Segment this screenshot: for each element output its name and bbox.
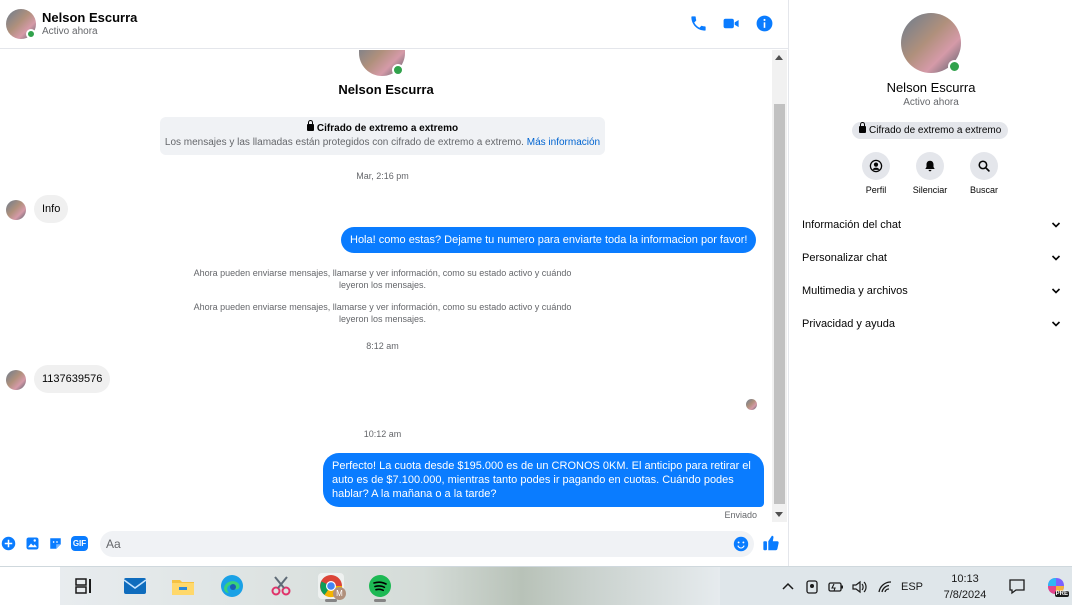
search-button[interactable]: Buscar — [959, 152, 1009, 195]
contact-status: Activo ahora — [42, 26, 98, 38]
contact-mini-avatar[interactable] — [6, 200, 26, 220]
clock-date: 7/8/2024 — [943, 589, 987, 601]
scroll-down-arrow[interactable] — [775, 512, 783, 517]
chevron-down-icon — [1051, 287, 1061, 294]
scroll-thumb[interactable] — [774, 104, 785, 504]
file-explorer-icon[interactable] — [170, 573, 196, 599]
profile-button[interactable]: Perfil — [851, 152, 901, 195]
message-outgoing[interactable]: Perfecto! La cuota desde $195.000 es de … — [323, 453, 764, 507]
copilot-icon[interactable]: PRE — [1045, 575, 1069, 597]
system-message: Ahora pueden enviarse mensajes, llamarse… — [193, 268, 572, 290]
taskbar: M ESP 10:13 7/8/2024 PRE — [0, 566, 1072, 605]
more-info-link[interactable]: Más información — [527, 137, 600, 148]
search-label: Buscar — [969, 185, 998, 195]
message-outgoing[interactable]: Hola! como estas? Dejame tu numero para … — [341, 227, 757, 253]
seen-indicator-avatar — [746, 399, 757, 410]
message-incoming[interactable]: 1137639576 — [34, 365, 111, 393]
chevron-down-icon — [1051, 254, 1061, 261]
message-incoming[interactable]: Info — [34, 195, 69, 223]
thread-contact-avatar[interactable] — [359, 50, 405, 76]
contact-info[interactable]: Nelson Escurra Activo ahora — [42, 9, 138, 38]
online-indicator — [26, 29, 36, 39]
chrome-icon[interactable]: M — [318, 573, 346, 602]
timestamp: 10:12 am — [363, 429, 402, 439]
contact-avatar[interactable] — [6, 9, 36, 39]
profile-icon — [869, 159, 883, 173]
running-app-indicator — [374, 599, 386, 602]
panel-menu: Información del chat Personalizar chat M… — [789, 208, 1072, 340]
lock-icon — [859, 122, 866, 133]
chevron-down-icon — [1051, 221, 1061, 228]
volume-icon[interactable] — [851, 579, 869, 595]
timestamp: 8:12 am — [366, 341, 399, 351]
clock-time: 10:13 — [951, 573, 979, 585]
panel-contact-status: Activo ahora — [903, 97, 959, 108]
active-app-indicator — [325, 599, 337, 602]
thread-contact-name: Nelson Escurra — [338, 82, 434, 97]
preview-badge: PRE — [1054, 591, 1069, 597]
phone-icon[interactable] — [689, 14, 708, 33]
menu-chat-info[interactable]: Información del chat — [789, 208, 1072, 241]
mute-button[interactable]: Silenciar — [905, 152, 955, 195]
panel-contact-avatar[interactable] — [901, 13, 961, 73]
menu-customize-chat[interactable]: Personalizar chat — [789, 241, 1072, 274]
e2e-notice: Cifrado de extremo a extremo Los mensaje… — [160, 117, 605, 155]
snipping-tool-icon[interactable] — [268, 573, 294, 599]
chevron-down-icon — [1051, 320, 1061, 327]
system-tray: ESP — [780, 567, 923, 605]
contact-name: Nelson Escurra — [42, 9, 138, 25]
delivery-status: Enviado — [724, 510, 757, 520]
bell-icon — [925, 160, 935, 172]
task-view-icon[interactable] — [71, 573, 97, 599]
panel-contact-name: Nelson Escurra — [886, 80, 976, 95]
online-indicator — [948, 60, 961, 73]
message-input[interactable] — [100, 531, 754, 557]
chevron-up-icon[interactable] — [780, 579, 796, 595]
video-camera-icon[interactable] — [722, 14, 741, 33]
profile-label: Perfil — [865, 185, 887, 195]
gif-icon[interactable]: GIF — [71, 536, 88, 551]
notification-icon[interactable] — [1008, 577, 1026, 595]
edge-icon[interactable] — [219, 573, 245, 599]
clock[interactable]: 10:13 7/8/2024 — [934, 571, 996, 603]
e2e-title: Cifrado de extremo a extremo — [160, 120, 605, 134]
meet-now-icon[interactable] — [804, 579, 820, 595]
input-language[interactable]: ESP — [901, 581, 923, 593]
composer: GIF — [0, 526, 788, 566]
contact-mini-avatar[interactable] — [6, 370, 26, 390]
message-scrollbar[interactable] — [772, 50, 787, 522]
mute-label: Silenciar — [912, 185, 948, 195]
info-icon[interactable] — [755, 14, 774, 33]
taskbar-left-area — [0, 567, 60, 605]
e2e-badge[interactable]: Cifrado de extremo a extremo — [852, 122, 1009, 139]
battery-icon[interactable] — [827, 579, 845, 595]
header-actions — [689, 14, 774, 33]
messenger-window: Nelson Escurra Activo ahora Nelson Escur… — [0, 0, 1072, 566]
lock-icon — [306, 120, 314, 131]
image-icon[interactable] — [25, 536, 40, 551]
search-icon — [978, 160, 990, 172]
timestamp: Mar, 2:16 pm — [356, 171, 409, 181]
menu-media-files[interactable]: Multimedia y archivos — [789, 274, 1072, 307]
online-indicator — [392, 64, 404, 76]
e2e-description: Los mensajes y las llamadas están proteg… — [164, 137, 601, 148]
emoji-icon[interactable] — [733, 536, 749, 552]
scroll-up-arrow[interactable] — [775, 55, 783, 60]
message-list[interactable]: Nelson Escurra Cifrado de extremo a extr… — [0, 50, 772, 526]
sticker-icon[interactable] — [48, 536, 63, 551]
menu-privacy-help[interactable]: Privacidad y ayuda — [789, 307, 1072, 340]
spotify-icon[interactable] — [367, 573, 393, 602]
wifi-icon[interactable] — [877, 579, 893, 595]
plus-icon[interactable] — [1, 536, 16, 551]
system-message: Ahora pueden enviarse mensajes, llamarse… — [193, 302, 572, 324]
chat-header: Nelson Escurra Activo ahora — [0, 0, 788, 49]
mail-icon[interactable] — [122, 573, 148, 599]
thumbs-up-icon[interactable] — [762, 534, 780, 552]
chat-details-panel: Nelson Escurra Activo ahora Cifrado de e… — [788, 0, 1072, 566]
